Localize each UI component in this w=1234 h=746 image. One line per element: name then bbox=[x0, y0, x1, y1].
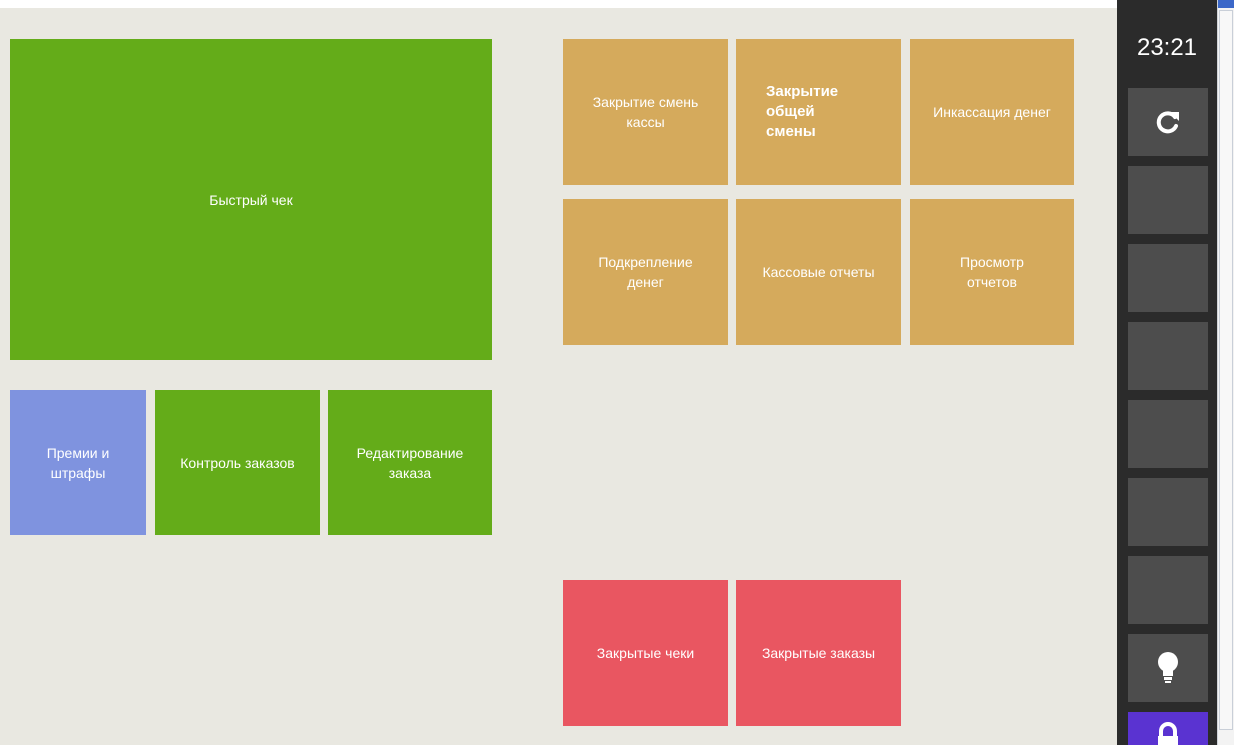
closed-orders-tile[interactable]: Закрытые заказы bbox=[736, 580, 901, 726]
side-button-7[interactable] bbox=[1128, 556, 1208, 624]
side-button-2[interactable] bbox=[1128, 166, 1208, 234]
close-register-shift-tile[interactable]: Закрытие смень кассы bbox=[563, 39, 728, 185]
edit-order-tile[interactable]: Редактирование заказа bbox=[328, 390, 492, 535]
cash-reports-tile[interactable]: Кассовые отчеты bbox=[736, 199, 901, 345]
quick-check-tile[interactable]: Быстрый чек bbox=[10, 39, 492, 360]
view-reports-tile[interactable]: Просмотр отчетов bbox=[910, 199, 1074, 345]
bonuses-fines-tile[interactable]: Премии и штрафы bbox=[10, 390, 146, 535]
lock-button[interactable] bbox=[1128, 712, 1208, 746]
workspace: Быстрый чек Премии и штрафы Контроль зак… bbox=[0, 8, 1117, 745]
close-general-shift-tile[interactable]: Закрытие общей смены bbox=[736, 39, 901, 185]
order-control-tile[interactable]: Контроль заказов bbox=[155, 390, 320, 535]
cash-reinforcement-tile[interactable]: Подкрепление денег bbox=[563, 199, 728, 345]
closed-checks-tile[interactable]: Закрытые чеки bbox=[563, 580, 728, 726]
lightbulb-icon bbox=[1158, 652, 1178, 683]
lock-icon bbox=[1158, 722, 1178, 746]
scrollbar-thumb[interactable] bbox=[1219, 10, 1233, 730]
side-button-4[interactable] bbox=[1128, 322, 1208, 390]
refresh-button[interactable] bbox=[1128, 88, 1208, 156]
refresh-icon bbox=[1156, 111, 1179, 134]
side-button-3[interactable] bbox=[1128, 244, 1208, 312]
side-button-6[interactable] bbox=[1128, 478, 1208, 546]
side-panel: 23:21 bbox=[1117, 0, 1217, 746]
hint-button[interactable] bbox=[1128, 634, 1208, 702]
side-button-5[interactable] bbox=[1128, 400, 1208, 468]
scrollbar-top-edge bbox=[1218, 0, 1234, 8]
vertical-scrollbar[interactable] bbox=[1217, 0, 1234, 745]
cash-collection-tile[interactable]: Инкассация денег bbox=[910, 39, 1074, 185]
clock: 23:21 bbox=[1136, 34, 1198, 61]
